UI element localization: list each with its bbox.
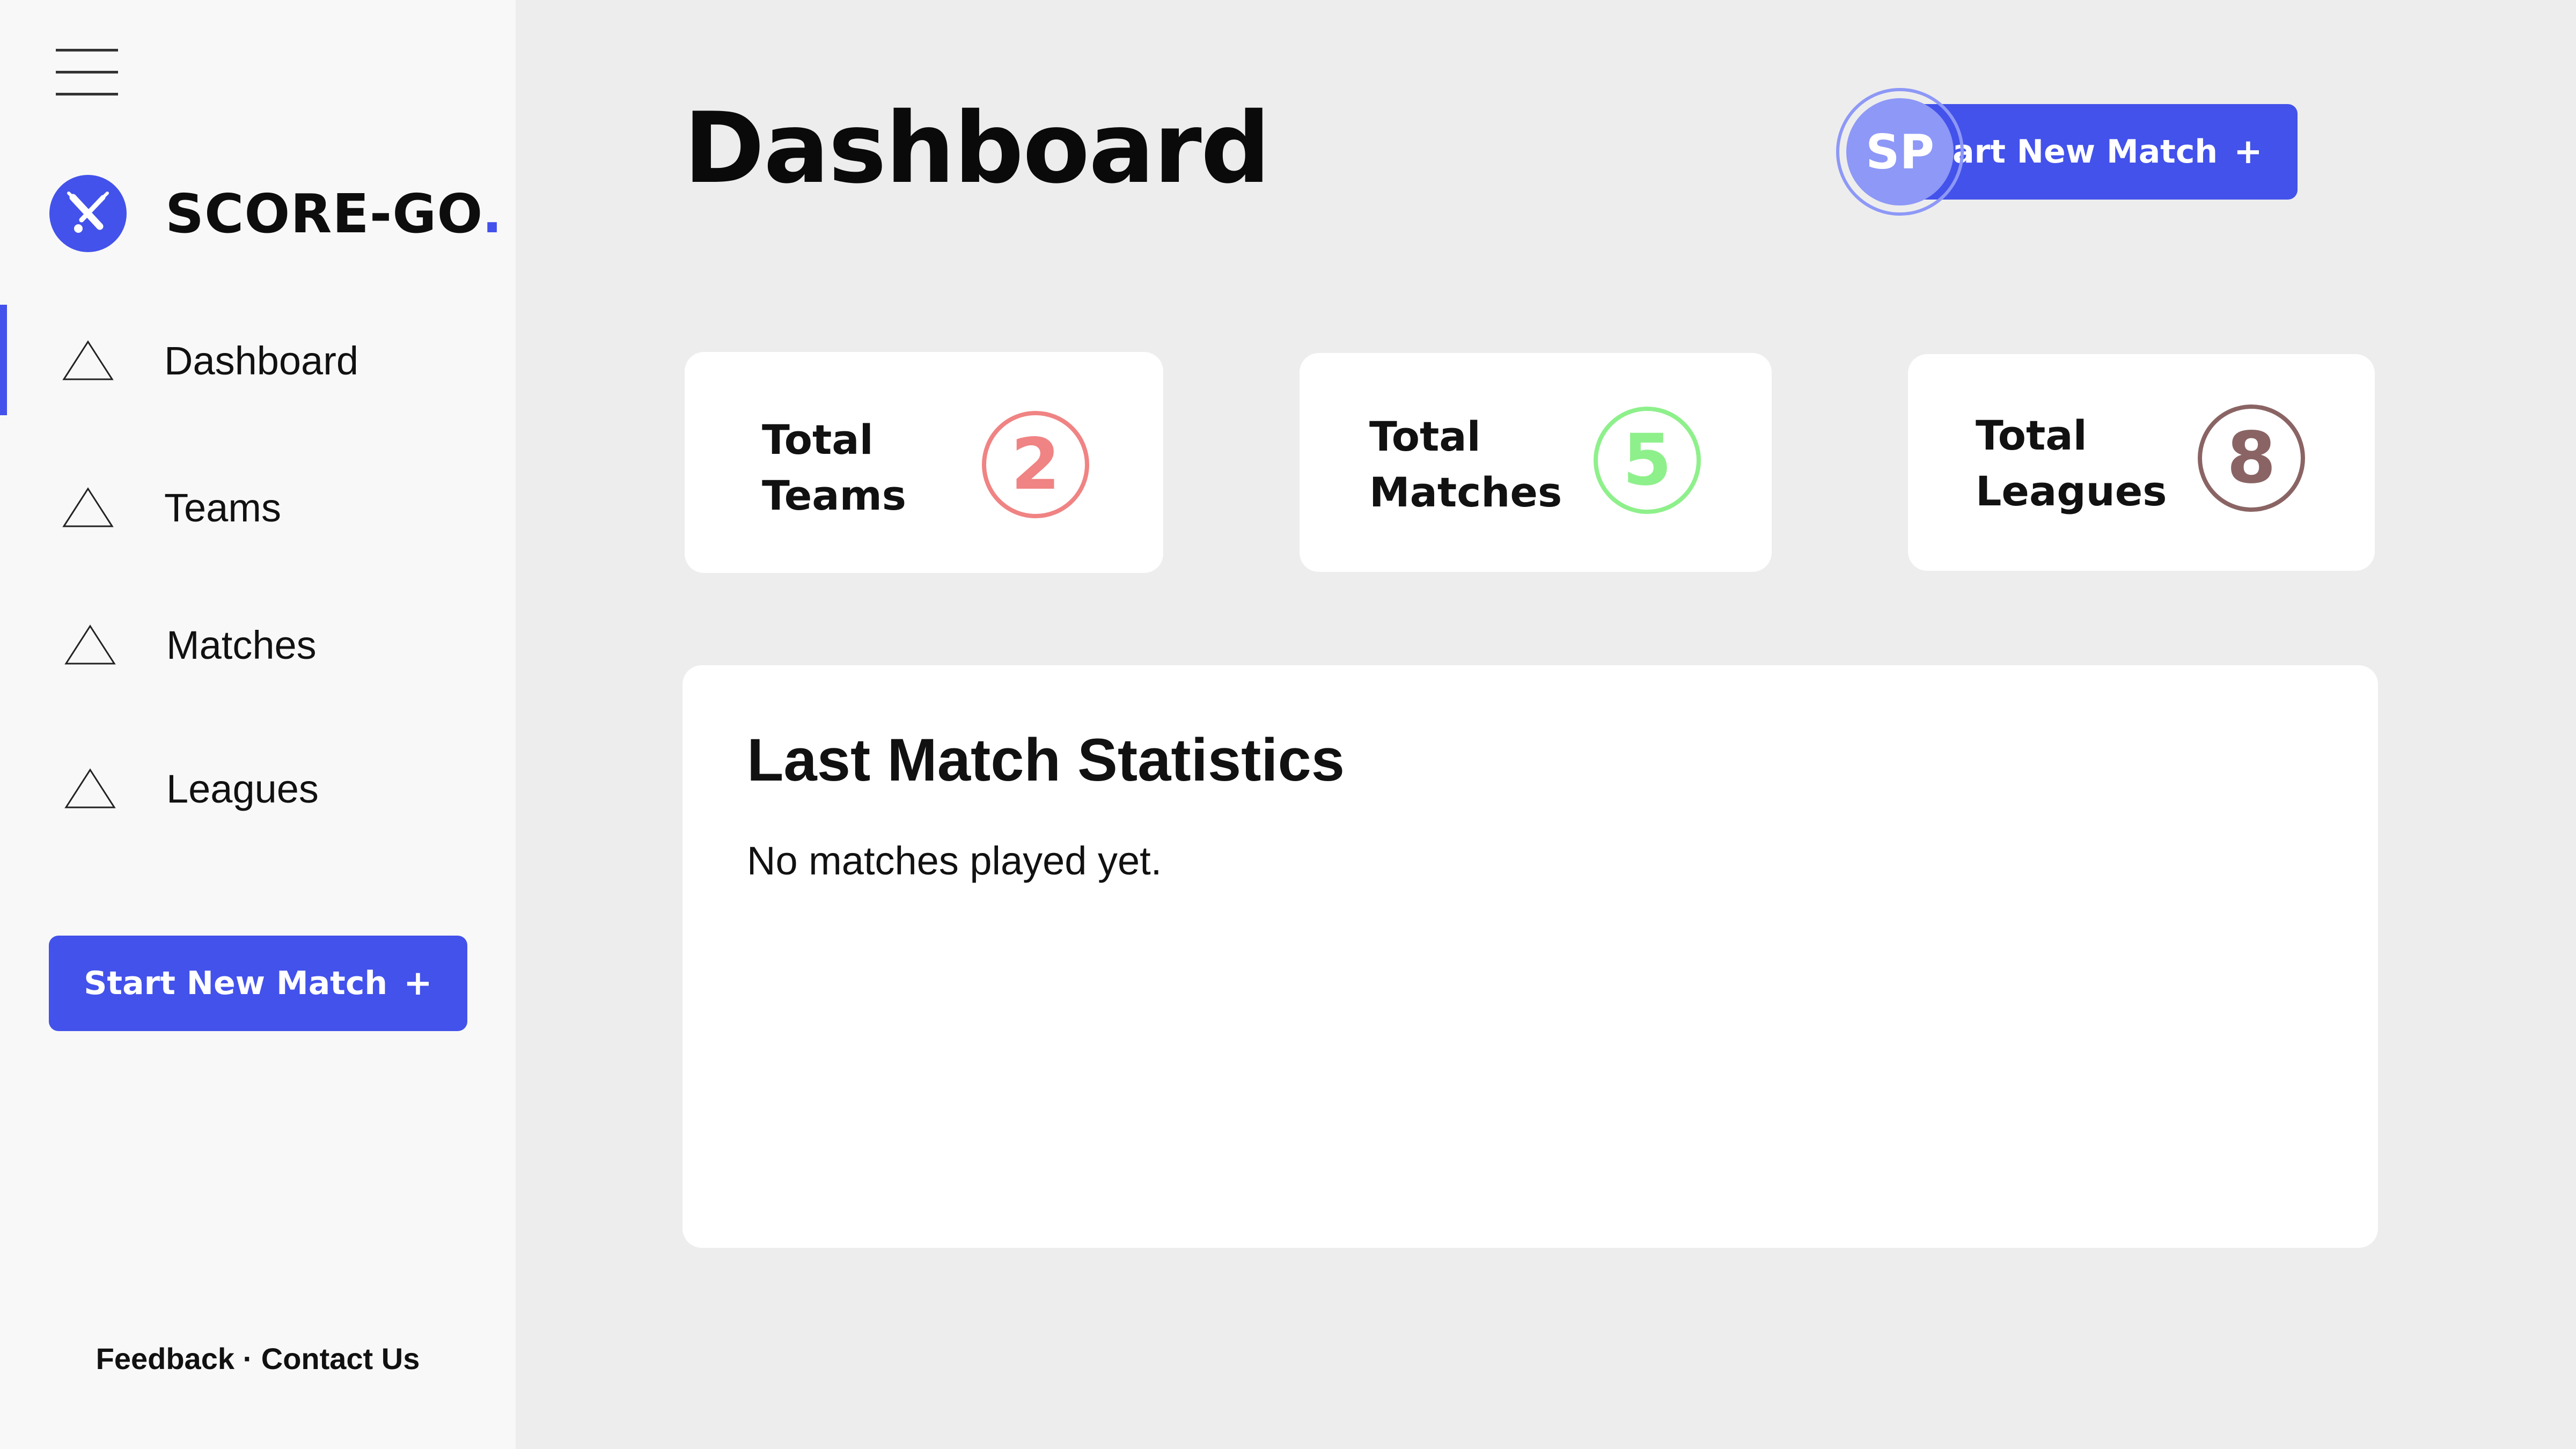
sidebar-item-label: Leagues bbox=[166, 766, 319, 811]
triangle-icon bbox=[62, 487, 114, 527]
plus-icon: + bbox=[403, 963, 432, 1003]
page-title: Dashboard bbox=[684, 91, 1271, 205]
stat-card-matches: Total Matches 5 bbox=[1300, 353, 1772, 572]
cricket-bat-icon bbox=[49, 175, 127, 252]
contact-us-link[interactable]: Contact Us bbox=[261, 1342, 420, 1376]
app-logo[interactable]: SCORE-GO. bbox=[49, 175, 503, 252]
stat-label: Total Leagues bbox=[1976, 411, 2167, 515]
last-match-title: Last Match Statistics bbox=[747, 726, 1345, 793]
sidebar-item-matches[interactable]: Matches bbox=[0, 591, 516, 698]
sidebar-item-dashboard[interactable]: Dashboard bbox=[0, 307, 516, 414]
feedback-link[interactable]: Feedback bbox=[96, 1342, 234, 1376]
sidebar: SCORE-GO. Dashboard Teams Matches League… bbox=[0, 0, 516, 1449]
stat-value-badge: 8 bbox=[2198, 404, 2305, 512]
sidebar-item-label: Matches bbox=[166, 622, 317, 667]
triangle-icon bbox=[64, 624, 116, 665]
stat-label: Total Matches bbox=[1369, 413, 1562, 516]
sidebar-item-label: Teams bbox=[164, 485, 281, 530]
stat-card-teams: Total Teams 2 bbox=[685, 352, 1163, 573]
stat-value-badge: 2 bbox=[982, 411, 1089, 518]
sidebar-item-label: Dashboard bbox=[164, 338, 359, 383]
start-new-match-button[interactable]: Start New Match + bbox=[49, 936, 467, 1031]
plus-icon: + bbox=[2234, 132, 2263, 172]
footer-separator: · bbox=[243, 1342, 253, 1376]
sidebar-footer: Feedback · Contact Us bbox=[0, 1341, 516, 1376]
sidebar-item-teams[interactable]: Teams bbox=[0, 454, 516, 561]
triangle-icon bbox=[62, 340, 114, 380]
stat-card-leagues: Total Leagues 8 bbox=[1908, 354, 2375, 571]
empty-state-text: No matches played yet. bbox=[747, 838, 1162, 883]
stat-label: Total Teams bbox=[762, 416, 907, 519]
triangle-icon bbox=[64, 768, 116, 808]
sidebar-item-leagues[interactable]: Leagues bbox=[0, 735, 516, 842]
avatar-initials: SP bbox=[1846, 98, 1954, 205]
app-name: SCORE-GO. bbox=[165, 182, 503, 245]
user-avatar[interactable]: SP bbox=[1836, 88, 1964, 216]
stat-value-badge: 5 bbox=[1594, 407, 1701, 514]
button-label: Start New Match bbox=[84, 965, 388, 1002]
hamburger-menu-icon[interactable] bbox=[56, 47, 118, 99]
